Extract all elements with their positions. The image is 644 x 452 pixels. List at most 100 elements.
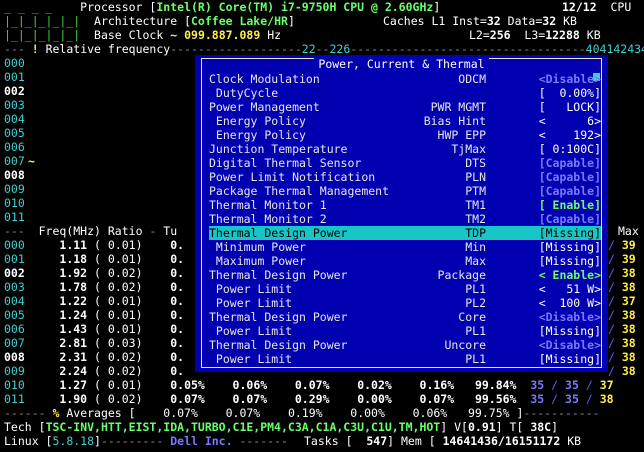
core-id[interactable]: 007 (4, 336, 25, 350)
max-value: 37 (599, 378, 614, 392)
option-value: [Capable] (538, 170, 601, 184)
option-tag: Min (465, 240, 486, 254)
core-id[interactable]: 002 (4, 266, 25, 280)
arch-value: Coffee Lake/HR (191, 14, 288, 28)
max-value: / 37 (608, 294, 636, 308)
option-value: [ LOCK] (538, 100, 601, 114)
option-tag: Package (437, 268, 486, 282)
ratio-value: ( 0.01) (94, 308, 143, 322)
dialog-option[interactable]: Energy Policy Bias Hint < 6> (209, 114, 601, 128)
dialog-option[interactable]: Power Limit Notification PLN [Capable] (209, 170, 601, 184)
dialog-option[interactable]: Thermal Monitor 1 TM1 [ Enable] (209, 198, 601, 212)
c3-value: 0.07% (294, 378, 330, 392)
core-id[interactable]: 006 (4, 140, 34, 154)
core-id[interactable]: 011 (4, 392, 25, 406)
freq-value: 1.78 (59, 280, 88, 294)
option-value: [Capable] (538, 212, 601, 226)
freq-value: 1.27 (59, 378, 88, 392)
core-id[interactable]: 005 (4, 126, 34, 140)
core-id[interactable]: 001 (4, 70, 34, 84)
option-tag: DTS (465, 156, 486, 170)
dialog-option[interactable]: Junction Temperature TjMax [ 0:100C] (209, 142, 601, 156)
max-value: 38 (599, 392, 614, 406)
max-header: Max (618, 224, 639, 238)
idle-value: 99.84% (474, 378, 517, 392)
c-value: 0. (170, 266, 185, 280)
dialog-option[interactable]: Thermal Monitor 2 TM2 [Capable] (209, 212, 601, 226)
max-value: / 38 (608, 364, 636, 378)
core-id[interactable]: 010 (4, 196, 34, 210)
c-value: 0. (170, 336, 185, 350)
c1-value: 0.06% (232, 378, 268, 392)
dialog-option[interactable]: Thermal Design Power Package < Enable> (209, 268, 601, 282)
option-value: < 6> (538, 114, 601, 128)
option-name: Power Management (209, 100, 320, 114)
dialog-option[interactable]: Power Limit PL1 < 51 W> (209, 282, 601, 296)
core-id[interactable]: 009 (4, 364, 25, 378)
option-name: Power Limit Notification (209, 170, 376, 184)
ratio-value: ( 0.01) (94, 378, 143, 392)
freq-value: 1.22 (59, 294, 88, 308)
option-value: <Disable> (538, 310, 601, 324)
dialog-option[interactable]: Digital Thermal Sensor DTS [Capable] (209, 156, 601, 170)
power-thermal-dialog[interactable]: Power, Current & Thermal Clock Modulatio… (195, 55, 608, 372)
option-value: < 192> (538, 128, 601, 142)
ratio-value: ( 0.03) (94, 336, 143, 350)
freq-value: 1.43 (59, 322, 88, 336)
core-id[interactable]: 008 (4, 168, 34, 182)
option-tag: PTM (465, 184, 486, 198)
relative-frequency-line: --- ! Relative frequency----------------… (4, 42, 644, 56)
option-tag: PL1 (465, 282, 486, 296)
option-value: <Disable> (538, 338, 601, 352)
dialog-option[interactable]: Power Limit PL1 [Missing] (209, 352, 601, 366)
core-id[interactable]: 000 (4, 238, 25, 252)
option-tag: TDP (465, 226, 486, 240)
core-id[interactable]: 004 (4, 294, 25, 308)
dialog-option[interactable]: Power Limit PL1 [Missing] (209, 324, 601, 338)
core-id[interactable]: 002 (4, 84, 34, 98)
option-value: [Missing] (538, 352, 601, 366)
option-value: [Missing] (538, 254, 601, 268)
c-value: 0. (170, 350, 185, 364)
dialog-option[interactable]: Energy Policy HWP EPP < 192> (209, 128, 601, 142)
max-value: / 38 (608, 350, 636, 364)
option-name: Power Limit (209, 282, 293, 296)
c6-value: 0.02% (357, 378, 392, 392)
core-id[interactable]: 000 (4, 56, 34, 70)
dialog-option[interactable]: Power Limit PL2 < 100 W> (209, 296, 601, 310)
option-name: Thermal Monitor 1 (209, 198, 327, 212)
dialog-option[interactable]: Thermal Design Power TDP [Missing] (209, 226, 601, 240)
core-id[interactable]: 003 (4, 98, 34, 112)
freq-value: 2.24 (59, 364, 88, 378)
dialog-option[interactable]: Thermal Design Power Uncore <Disable> (209, 338, 601, 352)
core-id[interactable]: 006 (4, 322, 25, 336)
core-id[interactable]: 004 (4, 112, 34, 126)
option-tag: PL1 (465, 324, 486, 338)
c7-value: 0.07% (419, 392, 455, 406)
option-name: Power Limit (209, 296, 293, 310)
dialog-option[interactable]: Clock Modulation ODCM <Disable> (209, 72, 601, 86)
option-name: Package Thermal Management (209, 184, 390, 198)
dialog-option[interactable]: Package Thermal Management PTM [Capable] (209, 184, 601, 198)
tasks-mem: Tasks [ 547] Mem [ 14641436/16151172 KB (304, 434, 582, 448)
temp-value: 35 (530, 378, 545, 392)
dialog-option[interactable]: Minimum Power Min [Missing] (209, 240, 601, 254)
dialog-option[interactable]: Power Management PWR MGMT [ LOCK] (209, 100, 601, 114)
dialog-option[interactable]: Thermal Design Power Core <Disable> (209, 310, 601, 324)
core-id[interactable]: 008 (4, 350, 25, 364)
freq-value: 1.24 (59, 308, 88, 322)
dialog-option[interactable]: DutyCycle [ 0.00%] (209, 86, 601, 100)
core-id[interactable]: 005 (4, 308, 25, 322)
max-value: / 38 (608, 322, 636, 336)
core-id[interactable]: 010 (4, 378, 25, 392)
core-id[interactable]: 009 (4, 182, 34, 196)
tilde-marker: ~ (28, 154, 35, 168)
core-id[interactable]: 001 (4, 252, 25, 266)
dialog-option[interactable]: Maximum Power Max [Missing] (209, 254, 601, 268)
freq-row-full: 011 1.90 ( 0.02) 0.07% 0.07% 0.29% 0.00%… (4, 392, 614, 406)
core-id[interactable]: 003 (4, 280, 25, 294)
ratio-value: ( 0.02) (94, 266, 143, 280)
core-id[interactable]: 011 (4, 210, 34, 224)
option-name: Power Limit (209, 352, 293, 366)
tech-line: Tech [TSC-INV,HTT,EIST,IDA,TURBO,C1E,PM4… (4, 420, 559, 434)
